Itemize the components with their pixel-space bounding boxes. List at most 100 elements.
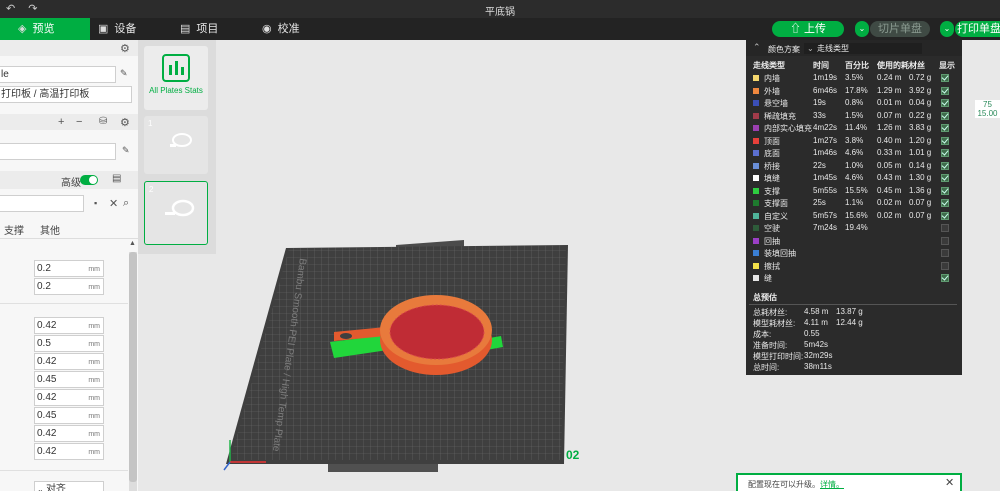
column-header-display: 显示: [939, 61, 955, 70]
upload-button[interactable]: ⇧ 上传: [772, 21, 844, 37]
monitor-icon: ▣: [98, 23, 109, 35]
gear-icon[interactable]: ⚙: [120, 42, 130, 55]
printer-name-field[interactable]: le: [0, 66, 116, 83]
plate-thumbnail-1[interactable]: 1: [144, 116, 208, 174]
slice-dropdown-button[interactable]: ⌄: [855, 21, 869, 37]
display-checkbox[interactable]: [941, 224, 949, 232]
advanced-toggle[interactable]: [80, 175, 98, 185]
display-checkbox[interactable]: [941, 149, 949, 157]
remove-icon[interactable]: −: [76, 116, 82, 128]
print-dropdown-button[interactable]: ⌄: [940, 21, 954, 37]
filament-field[interactable]: [0, 143, 116, 160]
summary-value-secondary: 12.44 g: [836, 318, 863, 327]
search-icon[interactable]: ⌕: [123, 197, 129, 210]
display-checkbox[interactable]: [941, 186, 949, 195]
color-scheme-select[interactable]: ⌄ 走线类型: [804, 43, 922, 54]
top-surface-line-width-field[interactable]: 0.42 mm: [34, 389, 104, 406]
close-icon[interactable]: ✕: [945, 476, 954, 489]
collapse-icon[interactable]: ⌃: [753, 42, 761, 53]
internal-solid-infill-line-width-field[interactable]: 0.42 mm: [34, 425, 104, 442]
color-swatch: [753, 187, 759, 194]
display-checkbox[interactable]: [941, 174, 949, 182]
line-type-name: 支撑: [764, 186, 780, 196]
scroll-up-icon[interactable]: ▲: [129, 240, 136, 247]
first-layer-height-field[interactable]: 0.2 mm: [34, 278, 104, 295]
tab-device-label: 设备: [114, 23, 137, 35]
plate-thumbnail-2[interactable]: 2: [144, 181, 208, 245]
scrollbar-thumb[interactable]: [129, 252, 137, 482]
tab-support[interactable]: 支撑: [4, 222, 24, 237]
gear-icon[interactable]: ⚙: [120, 116, 130, 129]
upload-icon: ⇧: [789, 23, 805, 35]
display-checkbox[interactable]: [941, 124, 949, 132]
search-process-input[interactable]: [0, 195, 84, 212]
notification-details-link[interactable]: 详情。: [820, 479, 844, 490]
line-type-row: 底面 1m46s 4.6% 0.33 m 1.01 g: [746, 147, 962, 159]
edit-icon[interactable]: ✎: [120, 68, 128, 79]
display-checkbox[interactable]: [941, 236, 949, 245]
outer-wall-line-width-field[interactable]: 0.42 mm: [34, 353, 104, 370]
summary-value: 32m29s: [804, 351, 833, 360]
color-swatch: [753, 87, 759, 94]
all-plates-stats-button[interactable]: All Plates Stats: [144, 46, 208, 110]
display-checkbox[interactable]: [941, 249, 949, 257]
display-checkbox[interactable]: [941, 211, 949, 220]
display-checkbox[interactable]: [941, 86, 949, 95]
display-checkbox[interactable]: [941, 136, 949, 145]
line-time: 4m22s: [813, 123, 838, 132]
color-scheme-selected: 走线类型: [817, 44, 849, 53]
display-checkbox[interactable]: [941, 99, 949, 107]
color-swatch: [753, 75, 759, 81]
display-checkbox[interactable]: [941, 111, 949, 120]
unit-label: mm: [88, 413, 100, 420]
summary-value-secondary: 13.87 g: [836, 307, 863, 316]
save-icon[interactable]: ▪: [94, 198, 97, 208]
tab-calibration[interactable]: ◉ 校准: [262, 18, 300, 40]
line-time: 1m46s: [813, 148, 838, 157]
line-filament-length: 0.43 m: [877, 173, 902, 182]
layer-height-field[interactable]: 0.2 mm: [34, 260, 104, 277]
display-checkbox[interactable]: [941, 199, 949, 207]
slice-plate-button[interactable]: 切片单盘: [870, 21, 930, 37]
line-filament-length: 0.02 m: [877, 198, 902, 207]
line-time: 1m45s: [813, 173, 838, 182]
display-checkbox[interactable]: [941, 274, 949, 282]
display-checkbox[interactable]: [941, 261, 949, 270]
sparse-infill-line-width-field[interactable]: 0.45 mm: [34, 407, 104, 424]
line-filament-length: 0.01 m: [877, 98, 902, 107]
print-plate-button[interactable]: 打印单盘: [955, 21, 1000, 37]
all-plates-stats-label: All Plates Stats: [149, 86, 203, 95]
line-type-row: 缝: [746, 272, 962, 284]
tab-project[interactable]: ▤ 项目: [180, 18, 218, 40]
line-filament-weight: 1.36 g: [909, 185, 932, 195]
inner-wall-line-width-field[interactable]: 0.45 mm: [34, 371, 104, 388]
title-bar: ↶ ↷ 平底锅: [0, 0, 1000, 18]
color-swatch: [753, 262, 759, 269]
color-swatch: [753, 200, 759, 206]
chevron-down-icon: ⌄: [858, 24, 866, 33]
summary-value: 38m11s: [804, 362, 832, 371]
update-notification: 配置现在可以升级。 详情。 ✕: [736, 473, 962, 491]
tab-device[interactable]: ▣ 设备: [98, 18, 136, 40]
plate-type-field[interactable]: 打印板 / 高温打印板: [0, 86, 132, 103]
compare-icon[interactable]: ▤: [112, 173, 121, 184]
first-layer-line-width-field[interactable]: 0.5 mm: [34, 335, 104, 352]
display-checkbox[interactable]: [941, 161, 949, 170]
line-width-field[interactable]: 0.42 mm: [34, 317, 104, 334]
ams-sync-icon[interactable]: ⛁: [99, 116, 107, 127]
line-type-row: 空驶 7m24s 19.4%: [746, 222, 962, 234]
line-type-name: 填缝: [764, 174, 780, 183]
layer-indicator[interactable]: 75 15.00: [975, 100, 1000, 118]
add-icon[interactable]: +: [58, 116, 64, 128]
tab-preview[interactable]: ◈ 预览: [0, 18, 90, 40]
line-type-row: 支撑 5m55s 15.5% 0.45 m 1.36 g: [746, 185, 962, 197]
seam-position-select[interactable]: ⌄ 对齐: [34, 481, 104, 491]
unit-label: mm: [88, 359, 100, 366]
notification-message: 配置现在可以升级。: [748, 480, 820, 489]
display-checkbox[interactable]: [941, 74, 949, 82]
line-percent: 15.5%: [845, 185, 868, 195]
support-line-width-field[interactable]: 0.42 mm: [34, 443, 104, 460]
edit-icon[interactable]: ✎: [122, 145, 130, 156]
tab-others[interactable]: 其他: [40, 222, 60, 237]
close-icon[interactable]: ✕: [109, 197, 118, 210]
